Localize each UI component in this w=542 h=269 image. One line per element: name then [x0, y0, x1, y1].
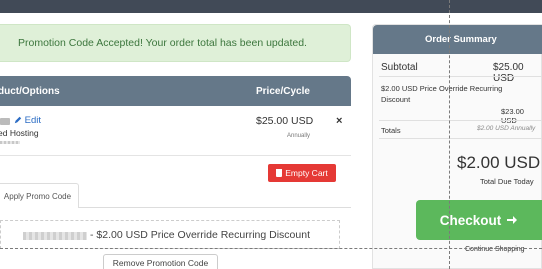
remove-promotion-code-button[interactable]: Remove Promotion Code: [103, 254, 218, 269]
product-options-header: duct/Options: [0, 86, 60, 97]
summary-divider: [379, 120, 542, 121]
promo-code-blurred: [23, 232, 87, 240]
summary-divider: [379, 76, 542, 77]
edit-link[interactable]: Edit: [14, 115, 41, 126]
item-price: $25.00 USD: [256, 115, 314, 127]
remove-promo-label: Remove Promotion Code: [112, 258, 209, 268]
checkout-button[interactable]: Checkout: [416, 200, 542, 240]
subtotal-value: $25.00 USD: [493, 62, 524, 84]
cart-table-header: duct/Options Price/Cycle: [0, 76, 351, 106]
top-navbar: [0, 0, 542, 13]
item-cycle: Annually: [287, 133, 311, 139]
pencil-icon: [14, 116, 22, 124]
order-summary-header: Order Summary: [373, 25, 542, 54]
arrow-right-icon: [507, 216, 518, 224]
order-summary-title: Order Summary: [425, 34, 497, 45]
empty-cart-button[interactable]: Empty Cart: [268, 164, 336, 182]
applied-promo-box: - $2.00 USD Price Override Recurring Dis…: [0, 220, 340, 249]
empty-cart-label: Empty Cart: [285, 168, 328, 178]
total-due-amount: $2.00 USD: [457, 153, 541, 172]
crosshair-guide-horizontal: [0, 248, 542, 249]
trash-icon: [276, 169, 283, 177]
totals-label: Totals: [381, 126, 401, 135]
alert-message: Promotion Code Accepted! Your order tota…: [18, 37, 307, 49]
product-domain-blurred: [0, 141, 20, 144]
cart-item-row: Edit ed Hosting $25.00 USD Annually ×: [0, 106, 351, 156]
override-label: $2.00 USD Price Override Recurring Disco…: [381, 84, 503, 104]
override-value: $23.00 USD: [501, 107, 524, 125]
product-name: ed Hosting: [0, 128, 39, 138]
remove-item-close-icon[interactable]: ×: [336, 115, 342, 127]
totals-value: $2.00 USD Annually: [477, 125, 536, 132]
tab-label: Apply Promo Code: [3, 191, 72, 201]
price-cycle-header: Price/Cycle: [256, 86, 310, 97]
crosshair-guide-vertical: [449, 0, 450, 269]
total-due-label: Total Due Today: [480, 177, 534, 186]
product-icon: [0, 118, 10, 125]
summary-divider: [379, 138, 542, 139]
tab-apply-promo-code[interactable]: Apply Promo Code: [0, 183, 79, 208]
edit-label: Edit: [24, 115, 42, 126]
promo-success-alert: Promotion Code Accepted! Your order tota…: [0, 24, 351, 62]
tab-divider: [79, 207, 351, 208]
subtotal-label: Subtotal: [381, 62, 418, 73]
promo-applied-text: - $2.00 USD Price Override Recurring Dis…: [90, 229, 310, 241]
